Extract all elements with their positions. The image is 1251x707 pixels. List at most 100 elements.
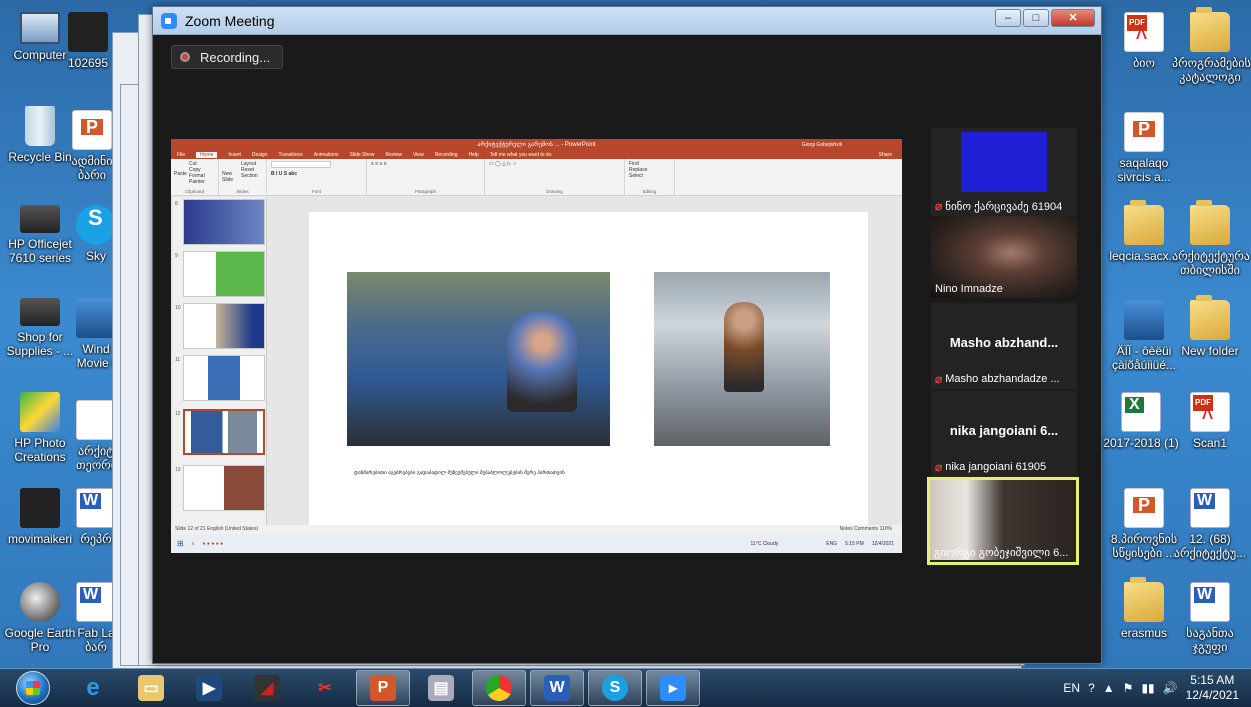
flag-icon[interactable]: ⚑: [1123, 681, 1134, 695]
slide-thumbnail[interactable]: [183, 465, 265, 511]
desktop-icon-bio[interactable]: ბიო: [1106, 12, 1182, 70]
desktop-icon-new-folder[interactable]: New folder: [1172, 295, 1248, 358]
desktop-icon-shop-supplies[interactable]: Shop for Supplies - ...: [2, 298, 78, 358]
desktop-icon-arqit[interactable]: არქიტ თეორი: [76, 400, 116, 472]
share-button[interactable]: Share: [879, 152, 892, 158]
paste-button[interactable]: Paste: [174, 171, 187, 177]
desktop-icon-repr[interactable]: რეპრ: [76, 488, 116, 546]
tab-recording[interactable]: Recording: [435, 152, 458, 158]
help-icon[interactable]: ?: [1088, 681, 1095, 695]
tell-me-search[interactable]: Tell me what you want to do: [490, 152, 552, 158]
tab-view[interactable]: View: [413, 152, 424, 158]
desktop-icon-google-earth[interactable]: Google Earth Pro: [2, 582, 78, 654]
format-painter-button[interactable]: Format Painter: [189, 173, 214, 185]
taskbar-word[interactable]: W: [530, 670, 584, 706]
participant-tile[interactable]: Nino Imnadze: [931, 216, 1077, 298]
paragraph-buttons[interactable]: ≡ ≡ ≡ ≡: [371, 161, 480, 167]
section-button[interactable]: Section: [241, 173, 262, 179]
tab-transitions[interactable]: Transitions: [279, 152, 303, 158]
participant-tile[interactable]: Masho abzhand... ⌀ Masho abzhandadze ...: [931, 303, 1077, 389]
font-format-buttons[interactable]: B I U S abc: [271, 171, 362, 177]
slide-thumbnail[interactable]: [183, 303, 265, 349]
tab-home[interactable]: Home: [196, 151, 218, 158]
mic-muted-icon: ⌀: [935, 460, 943, 474]
pdf-file-icon: [1190, 392, 1230, 432]
desktop-icon-2017-2018[interactable]: 2017-2018 (1): [1100, 392, 1182, 450]
desktop-icon-erasmus[interactable]: erasmus: [1106, 577, 1182, 640]
new-slide-button[interactable]: New Slide: [222, 171, 234, 183]
zoom-meeting-window[interactable]: Zoom Meeting – □ ✕ Recording... არქიტექტ…: [152, 6, 1102, 664]
participant-big-name: nika jangoiani 6...: [949, 423, 1059, 438]
network-icon[interactable]: ▮▮: [1141, 681, 1154, 695]
taskbar-ie[interactable]: e: [66, 670, 120, 706]
desktop-icon-movimaikeri[interactable]: movimaikeri: [2, 488, 78, 546]
volume-icon[interactable]: 🔊: [1163, 681, 1178, 695]
slide-thumbnail[interactable]: [183, 251, 265, 297]
ribbon-group-label: Font: [311, 189, 321, 194]
taskbar-snip[interactable]: ✂: [298, 670, 352, 706]
desktop-icon-12-68[interactable]: 12. (68) არქიტექტუ...: [1172, 488, 1248, 560]
desktop-icon-saqalaqo[interactable]: saqalaqo sivrcis a...: [1106, 112, 1182, 184]
printer-icon: [20, 205, 60, 233]
folder-icon: [20, 488, 60, 528]
desktop-icon-label: 2017-2018 (1): [1103, 436, 1179, 450]
taskbar-explorer[interactable]: ▭: [124, 670, 178, 706]
desktop-icon-recycle-bin[interactable]: Recycle Bin: [2, 106, 78, 164]
taskbar-graphics[interactable]: ◢: [240, 670, 294, 706]
desktop-icon-video-file[interactable]: ÄÏÏ - ôèëüi çàiõåúiiüé...: [1106, 300, 1182, 372]
font-family-select[interactable]: [271, 161, 331, 168]
desktop-icon-hp-officejet[interactable]: HP Officejet 7610 series: [2, 205, 78, 265]
slide-thumbnail[interactable]: [183, 355, 265, 401]
taskbar-davinci[interactable]: ▶: [182, 670, 236, 706]
tab-review[interactable]: Review: [386, 152, 402, 158]
tab-file[interactable]: File: [177, 152, 185, 158]
tab-slide-show[interactable]: Slide Show: [350, 152, 375, 158]
select-button[interactable]: Select: [629, 173, 670, 179]
maximize-button[interactable]: □: [1023, 9, 1049, 27]
desktop-icon-sagnata-jgufi[interactable]: საგანთა ჯგუფი: [1172, 582, 1248, 654]
desktop-icon-programs-catalog[interactable]: პროგრამების კატალოგი: [1172, 7, 1251, 84]
participant-name-text: გიორგი გობეჯიშვილი 6...: [934, 547, 1069, 559]
participant-tile[interactable]: nika jangoiani 6... ⌀ nika jangoiani 619…: [931, 391, 1077, 477]
participant-name-text: nika jangoiani 61905: [945, 461, 1047, 473]
tab-help[interactable]: Help: [468, 152, 478, 158]
tab-insert[interactable]: Insert: [228, 152, 241, 158]
desktop-icon-8-pirovnis[interactable]: 8.პიროვნის სწყისები ...: [1106, 488, 1182, 560]
taskbar-scanner[interactable]: ▤: [414, 670, 468, 706]
tab-design[interactable]: Design: [252, 152, 268, 158]
shared-screen[interactable]: არქიტექტურული გარემოს ... - PowerPoint G…: [171, 139, 902, 553]
desktop-icon-leqcia[interactable]: leqcia.sacx...: [1106, 200, 1182, 263]
desktop-icon-admin[interactable]: ადმინი ბარი: [70, 110, 114, 182]
recording-indicator[interactable]: Recording...: [171, 45, 283, 69]
word-file-icon: [1190, 582, 1230, 622]
taskbar-chrome[interactable]: [472, 670, 526, 706]
taskbar-zoom[interactable]: ▸: [646, 670, 700, 706]
minimize-button[interactable]: –: [995, 9, 1021, 27]
shapes-gallery[interactable]: ▭ ◯ △ ▷ ☆: [489, 161, 620, 167]
shared-lang: ENG: [826, 540, 838, 547]
desktop-icon-scan1[interactable]: Scan1: [1172, 392, 1248, 450]
desktop-icon-arqitektura-tbilisi[interactable]: არქიტექტურა თბილისში: [1172, 200, 1250, 277]
taskbar-skype[interactable]: S: [588, 670, 642, 706]
zoom-title-bar[interactable]: Zoom Meeting – □ ✕: [153, 7, 1101, 35]
show-hidden-icons[interactable]: ▲: [1103, 681, 1115, 695]
tab-animations[interactable]: Animations: [314, 152, 339, 158]
current-slide[interactable]: დახმარებითი აგებრებები გადაბადილ მუზეუმე…: [309, 212, 868, 527]
internet-explorer-icon: e: [86, 674, 100, 701]
desktop-icon-hp-photo[interactable]: HP Photo Creations: [2, 392, 78, 464]
desktop-icon-fab-lab[interactable]: Fab La ბარ: [76, 582, 116, 654]
participant-tile[interactable]: ⌀ ნინო ქარცივაძე 61904: [931, 128, 1077, 216]
desktop-icon-movie-maker[interactable]: Wind Movie I: [76, 298, 116, 370]
desktop-icon-102695[interactable]: 102695: [62, 12, 114, 70]
clock[interactable]: 5:15 AM 12/4/2021: [1186, 673, 1239, 703]
taskbar-powerpoint[interactable]: P: [356, 670, 410, 706]
language-indicator[interactable]: EN: [1063, 681, 1080, 695]
start-button[interactable]: [16, 671, 50, 705]
slide-thumbnail-selected[interactable]: [183, 409, 265, 455]
slide-thumbnails-pane[interactable]: 8 9 10 11 12 13: [173, 197, 267, 525]
desktop-icon-skype[interactable]: Sky: [76, 205, 116, 263]
participant-tile-active-speaker[interactable]: გიორგი გობეჯიშვილი 6...: [927, 477, 1079, 565]
slide-thumbnail[interactable]: [183, 199, 265, 245]
slide-number: 11: [175, 357, 181, 363]
close-button[interactable]: ✕: [1051, 9, 1095, 27]
